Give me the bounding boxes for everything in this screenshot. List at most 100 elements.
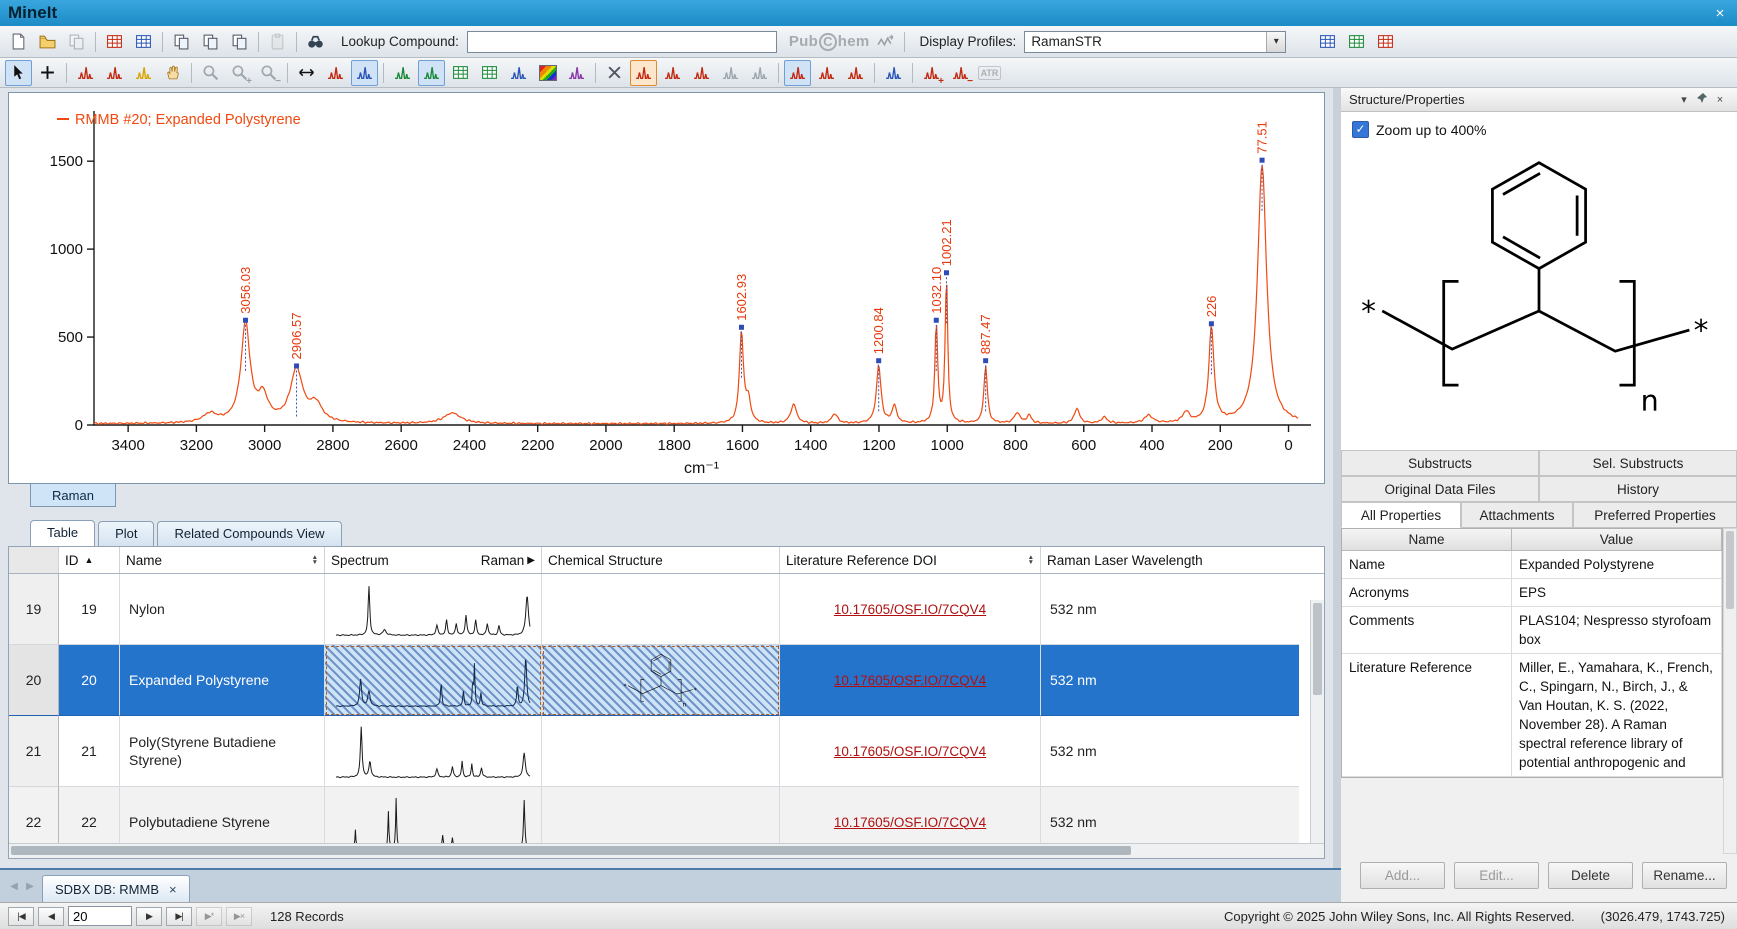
- cell-structure[interactable]: [542, 787, 780, 846]
- import-button[interactable]: [63, 29, 90, 55]
- table-vertical-scrollbar[interactable]: [1310, 600, 1324, 846]
- absorbance-button[interactable]: [746, 60, 773, 86]
- table-row[interactable]: 19 19 Nylon 10.17605/OSF.IO/7CQV4 532 nm: [9, 574, 1299, 645]
- substructs-button[interactable]: Substructs: [1341, 450, 1539, 476]
- atr-correction-button[interactable]: ATR: [976, 60, 1003, 86]
- row-header[interactable]: 19: [9, 574, 59, 645]
- zoom-in-button[interactable]: +: [226, 60, 253, 86]
- doi-link[interactable]: 10.17605/OSF.IO/7CQV4: [834, 602, 986, 617]
- tab-all-properties[interactable]: All Properties: [1341, 502, 1461, 528]
- copy-button[interactable]: [168, 29, 195, 55]
- paste-button[interactable]: [264, 29, 291, 55]
- delete-region-button[interactable]: [601, 60, 628, 86]
- column-header-spectrum[interactable]: SpectrumRaman▶: [325, 547, 542, 573]
- cell-id[interactable]: 20: [59, 645, 120, 716]
- column-header-doi[interactable]: Literature Reference DOI▲▼: [780, 547, 1041, 573]
- zoom-out-button[interactable]: −: [255, 60, 282, 86]
- peak-table-button[interactable]: [101, 60, 128, 86]
- table-view-button[interactable]: [1314, 29, 1341, 55]
- new-document-button[interactable]: [5, 29, 32, 55]
- cell-wavelength[interactable]: 532 nm: [1041, 716, 1299, 787]
- label-peaks-button[interactable]: [784, 60, 811, 86]
- previous-record-button[interactable]: ◀: [38, 907, 64, 926]
- last-record-button[interactable]: ▶|: [166, 907, 192, 926]
- property-value[interactable]: PLAS104; Nespresso styrofoam box: [1512, 607, 1722, 654]
- add-peak-button[interactable]: +: [918, 60, 945, 86]
- panel-splitter[interactable]: [1333, 88, 1341, 902]
- display-single-button[interactable]: [389, 60, 416, 86]
- scrollbar-thumb[interactable]: [1726, 531, 1734, 609]
- crosshair-button[interactable]: [34, 60, 61, 86]
- cell-spectrum[interactable]: [325, 787, 542, 846]
- add-button[interactable]: Add...: [1360, 862, 1445, 889]
- scrollbar-thumb[interactable]: [11, 846, 1131, 855]
- table-row-selected[interactable]: 20 20 Expanded Polystyrene 10.17605/OSF.…: [9, 645, 1299, 716]
- active-spectrum-button[interactable]: [630, 60, 657, 86]
- row-header[interactable]: 22: [9, 787, 59, 846]
- record-number-input[interactable]: [68, 906, 132, 926]
- open-file-button[interactable]: [34, 29, 61, 55]
- scrollbar-thumb[interactable]: [1313, 603, 1322, 695]
- cell-spectrum[interactable]: [325, 574, 542, 645]
- table-row[interactable]: 21 21 Poly(Styrene Butadiene Styrene) 10…: [9, 716, 1299, 787]
- zoom-region-button[interactable]: [351, 60, 378, 86]
- table-row[interactable]: 22 22 Polybutadiene Styrene 10.17605/OSF…: [9, 787, 1299, 846]
- expand-right-icon[interactable]: ▶: [527, 555, 535, 566]
- tab-scroll-right-button[interactable]: ▶: [22, 878, 38, 894]
- cell-doi[interactable]: 10.17605/OSF.IO/7CQV4: [780, 574, 1041, 645]
- table-horizontal-scrollbar[interactable]: [9, 843, 1324, 858]
- new-record-button[interactable]: ▶*: [196, 907, 222, 926]
- column-header-id[interactable]: ID▲: [59, 547, 120, 573]
- cell-id[interactable]: 19: [59, 574, 120, 645]
- cell-structure[interactable]: [542, 574, 780, 645]
- table-structure-view-button[interactable]: [1343, 29, 1370, 55]
- display-profiles-dropdown[interactable]: RamanSTR ▾: [1024, 31, 1286, 53]
- overlay-colors-button[interactable]: [563, 60, 590, 86]
- column-header-structure[interactable]: Chemical Structure: [542, 547, 780, 573]
- copy-special-button[interactable]: [226, 29, 253, 55]
- search-binoculars-button[interactable]: [302, 29, 329, 55]
- cell-structure[interactable]: [542, 645, 780, 716]
- lookup-compound-input[interactable]: [467, 31, 777, 53]
- label-all-peaks-button[interactable]: [813, 60, 840, 86]
- cell-wavelength[interactable]: 532 nm: [1041, 787, 1299, 846]
- sel-substructs-button[interactable]: Sel. Substructs: [1539, 450, 1737, 476]
- transmittance-button[interactable]: [717, 60, 744, 86]
- doi-link[interactable]: 10.17605/OSF.IO/7CQV4: [834, 744, 986, 759]
- property-value[interactable]: Miller, E., Yamahara, K., French, C., Sp…: [1512, 654, 1722, 777]
- tab-preferred-properties[interactable]: Preferred Properties: [1573, 502, 1737, 528]
- cell-wavelength[interactable]: 532 nm: [1041, 645, 1299, 716]
- cell-spectrum[interactable]: [325, 716, 542, 787]
- cell-spectrum[interactable]: [325, 645, 542, 716]
- lasso-select-button[interactable]: [130, 60, 157, 86]
- tab-table[interactable]: Table: [30, 520, 95, 546]
- display-grid-button[interactable]: [418, 60, 445, 86]
- cell-doi[interactable]: 10.17605/OSF.IO/7CQV4: [780, 787, 1041, 846]
- zoom-magnifier-button[interactable]: [197, 60, 224, 86]
- cell-name[interactable]: Poly(Styrene Butadiene Styrene): [120, 716, 325, 787]
- peak-area-button[interactable]: [659, 60, 686, 86]
- doi-link[interactable]: 10.17605/OSF.IO/7CQV4: [834, 815, 986, 830]
- cell-id[interactable]: 21: [59, 716, 120, 787]
- zoom-checkbox[interactable]: ✓: [1352, 121, 1369, 138]
- tab-attachments[interactable]: Attachments: [1461, 502, 1573, 528]
- pan-hand-button[interactable]: [159, 60, 186, 86]
- remove-peak-button[interactable]: −: [947, 60, 974, 86]
- delete-button[interactable]: Delete: [1548, 862, 1633, 889]
- copy-with-header-button[interactable]: [197, 29, 224, 55]
- first-record-button[interactable]: |◀: [8, 907, 34, 926]
- property-row[interactable]: Name Expanded Polystyrene: [1342, 551, 1722, 579]
- row-header[interactable]: 20: [9, 645, 59, 716]
- cell-name[interactable]: Nylon: [120, 574, 325, 645]
- tab-scroll-left-button[interactable]: ◀: [6, 878, 22, 894]
- cell-name[interactable]: Expanded Polystyrene: [120, 645, 325, 716]
- property-value[interactable]: Expanded Polystyrene: [1512, 551, 1722, 579]
- select-cursor-button[interactable]: [5, 60, 32, 86]
- rename-button[interactable]: Rename...: [1642, 862, 1727, 889]
- tab-plot[interactable]: Plot: [98, 521, 154, 546]
- row-header[interactable]: 21: [9, 716, 59, 787]
- property-row[interactable]: Literature Reference Miller, E., Yamahar…: [1342, 654, 1722, 777]
- stacked-spectra-button[interactable]: [505, 60, 532, 86]
- tab-close-icon[interactable]: ×: [169, 882, 177, 897]
- spectrum-chart-panel[interactable]: 0500100015003400320030002800260024002200…: [8, 92, 1325, 484]
